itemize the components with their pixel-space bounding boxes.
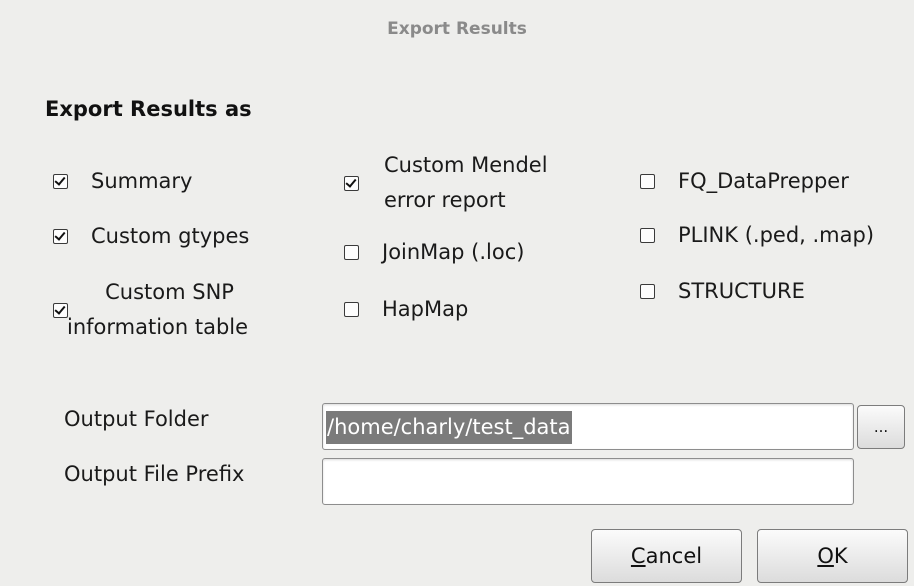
joinmap-checkbox[interactable]: [344, 245, 359, 260]
custom-snp-label: Custom SNP information table: [67, 275, 248, 345]
custom-snp-label-line1: Custom SNP: [105, 280, 234, 304]
output-file-prefix-label: Output File Prefix: [64, 462, 245, 486]
option-custom-snp[interactable]: Custom SNP information table: [53, 275, 248, 345]
custom-gtypes-label: Custom gtypes: [91, 224, 250, 248]
option-fq-dataprepper[interactable]: FQ_DataPrepper: [640, 164, 849, 199]
output-folder-input[interactable]: /home/charly/test_data: [322, 403, 854, 450]
option-hapmap[interactable]: HapMap: [344, 292, 468, 327]
cancel-mnemonic: C: [630, 544, 646, 568]
option-summary[interactable]: Summary: [53, 164, 192, 199]
browse-folder-button[interactable]: ...: [857, 405, 905, 449]
ok-button[interactable]: OK: [757, 529, 908, 583]
custom-mendel-label-line2: error report: [384, 188, 506, 212]
summary-label: Summary: [91, 169, 193, 193]
cancel-button[interactable]: Cancel: [591, 529, 742, 583]
cancel-label-rest: ancel: [645, 544, 703, 568]
structure-checkbox[interactable]: [640, 284, 655, 299]
hapmap-label: HapMap: [382, 297, 469, 321]
custom-snp-label-line2: information table: [67, 315, 249, 339]
summary-checkbox[interactable]: [53, 174, 68, 189]
output-folder-value: /home/charly/test_data: [326, 410, 572, 444]
plink-label: PLINK (.ped, .map): [678, 223, 875, 247]
ok-mnemonic: O: [817, 544, 834, 568]
hapmap-checkbox[interactable]: [344, 302, 359, 317]
custom-snp-checkbox[interactable]: [53, 302, 68, 318]
fq-dataprepper-checkbox[interactable]: [640, 174, 655, 189]
option-plink[interactable]: PLINK (.ped, .map): [640, 218, 874, 253]
custom-mendel-label-line1: Custom Mendel: [384, 153, 548, 177]
window-title: Export Results: [387, 19, 527, 39]
option-custom-gtypes[interactable]: Custom gtypes: [53, 219, 249, 254]
export-results-dialog: Export Results Export Results as Summary…: [0, 0, 914, 586]
option-joinmap[interactable]: JoinMap (.loc): [344, 235, 524, 270]
option-structure[interactable]: STRUCTURE: [640, 274, 805, 309]
structure-label: STRUCTURE: [678, 279, 805, 303]
plink-checkbox[interactable]: [640, 228, 655, 243]
output-file-prefix-input[interactable]: [322, 458, 854, 505]
custom-mendel-checkbox[interactable]: [344, 175, 359, 191]
ok-label-rest: K: [833, 544, 848, 568]
joinmap-label: JoinMap (.loc): [382, 240, 525, 264]
export-results-heading: Export Results as: [45, 97, 252, 121]
fq-dataprepper-label: FQ_DataPrepper: [678, 169, 849, 193]
custom-gtypes-checkbox[interactable]: [53, 229, 68, 244]
output-folder-label: Output Folder: [64, 407, 209, 431]
custom-mendel-label: Custom Mendel error report: [384, 148, 548, 218]
option-custom-mendel[interactable]: Custom Mendel error report: [344, 148, 548, 218]
